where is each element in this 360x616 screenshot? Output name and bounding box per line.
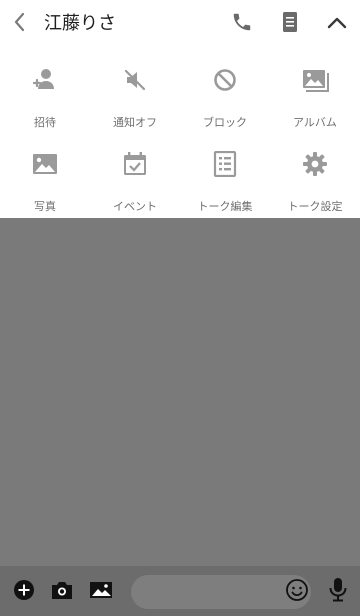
plus-circle-icon <box>13 579 35 605</box>
calendar-check-icon <box>121 150 149 178</box>
smiley-icon <box>285 578 309 606</box>
menu-item-edit-chat[interactable]: トーク編集 <box>180 150 270 220</box>
microphone-icon <box>328 577 348 607</box>
voice-button[interactable] <box>326 577 350 607</box>
menu-item-event[interactable]: イベント <box>90 150 180 220</box>
photo-icon <box>31 150 59 178</box>
menu-item-label: トーク編集 <box>197 200 253 213</box>
list-edit-icon <box>211 150 239 178</box>
menu-item-label: 写真 <box>34 200 56 213</box>
chevron-up-icon <box>326 15 348 34</box>
chat-header: 江藤りさ <box>0 0 360 48</box>
emoji-button[interactable] <box>284 579 310 605</box>
phone-icon <box>231 11 253 37</box>
chat-message-area[interactable] <box>0 218 360 566</box>
mute-speaker-icon <box>121 66 149 94</box>
menu-item-label: イベント <box>113 200 157 213</box>
image-button[interactable] <box>89 580 113 604</box>
add-button[interactable] <box>12 580 36 604</box>
image-icon <box>89 579 113 605</box>
message-input-bar <box>0 566 360 616</box>
menu-item-mute[interactable]: 通知オフ <box>90 66 180 136</box>
menu-item-photo[interactable]: 写真 <box>0 150 90 220</box>
notes-button[interactable] <box>276 10 304 38</box>
back-button[interactable] <box>6 10 34 38</box>
collapse-menu-button[interactable] <box>323 10 351 38</box>
menu-item-invite[interactable]: 招待 <box>0 66 90 136</box>
menu-item-label: 招待 <box>34 116 56 129</box>
menu-item-chat-settings[interactable]: トーク設定 <box>270 150 360 220</box>
document-icon <box>281 11 299 37</box>
call-button[interactable] <box>228 10 256 38</box>
chat-title: 江藤りさ <box>44 13 116 34</box>
camera-icon <box>50 579 74 605</box>
menu-item-block[interactable]: ブロック <box>180 66 270 136</box>
menu-item-album[interactable]: アルバム <box>270 66 360 136</box>
menu-item-label: アルバム <box>293 116 337 129</box>
gear-icon <box>301 150 329 178</box>
block-icon <box>211 66 239 94</box>
camera-button[interactable] <box>50 580 74 604</box>
invite-user-icon <box>31 66 59 94</box>
chevron-left-icon <box>12 12 28 36</box>
menu-item-label: 通知オフ <box>113 116 157 129</box>
menu-item-label: ブロック <box>203 116 247 129</box>
menu-item-label: トーク設定 <box>287 200 343 213</box>
album-icon <box>301 66 329 94</box>
chat-menu-panel: 招待 通知オフ ブロック アルバム 写真 イベント トーク編集 トーク設定 <box>0 48 360 218</box>
